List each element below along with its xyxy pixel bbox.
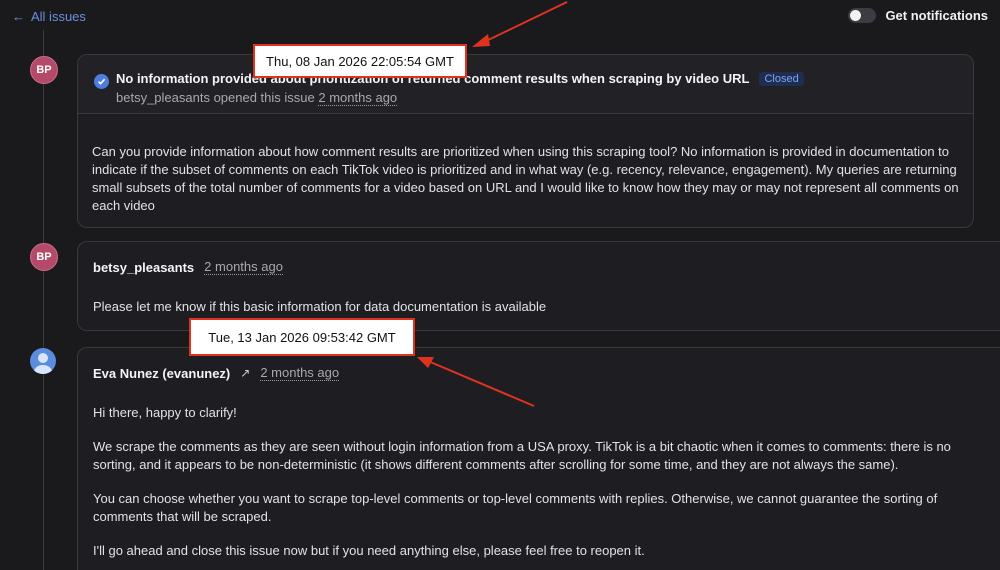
comment-card: Eva Nunez (evanunez) ↗ 2 months ago Hi t… [77, 347, 1000, 570]
external-link-icon[interactable]: ↗ [240, 366, 250, 380]
comment-author[interactable]: Eva Nunez (evanunez) [93, 366, 230, 381]
avatar[interactable]: BP [30, 243, 58, 271]
comment-paragraph: I'll go ahead and close this issue now b… [93, 543, 645, 558]
issue-header: No information provided about prioritiza… [78, 55, 973, 114]
comment-paragraph: Hi there, happy to clarify! [93, 405, 237, 420]
toggle-knob [850, 10, 862, 21]
comment-timestamp[interactable]: 2 months ago [204, 259, 283, 275]
timeline-line [43, 30, 44, 570]
notifications-toggle[interactable] [848, 8, 877, 23]
issue-body: Can you provide information about how co… [92, 144, 959, 213]
arrow-head-icon [472, 34, 490, 47]
comment-paragraph: You can choose whether you want to scrap… [93, 491, 938, 524]
comment-timestamp[interactable]: 2 months ago [260, 365, 340, 381]
issue-card: No information provided about prioritiza… [77, 54, 974, 228]
issue-meta-text: betsy_pleasants opened this issue [116, 90, 315, 105]
status-badge: Closed [759, 71, 804, 86]
back-link-label: All issues [31, 9, 86, 24]
timestamp-callout: Tue, 13 Jan 2026 09:53:42 GMT [189, 318, 415, 356]
issue-title-row: No information provided about prioritiza… [116, 71, 973, 86]
comment-body: Please let me know if this basic informa… [78, 275, 1000, 316]
issue-meta: betsy_pleasants opened this issue 2 mont… [116, 90, 973, 106]
comment-author[interactable]: betsy_pleasants [93, 260, 194, 275]
user-silhouette-icon [34, 353, 52, 374]
comment-paragraph: Please let me know if this basic informa… [93, 299, 547, 314]
back-to-all-issues-link[interactable]: ← All issues [12, 9, 86, 24]
check-circle-icon [94, 74, 109, 89]
issue-page: ← All issues Get notifications BP No inf… [0, 0, 1000, 570]
comment-body: Hi there, happy to clarify! We scrape th… [78, 381, 1000, 560]
arrow-left-icon: ← [12, 9, 25, 24]
avatar[interactable]: BP [30, 56, 58, 84]
avatar[interactable] [30, 348, 56, 374]
comment-header: betsy_pleasants 2 months ago [78, 242, 1000, 275]
notifications-label: Get notifications [885, 8, 988, 23]
timestamp-callout: Thu, 08 Jan 2026 22:05:54 GMT [253, 44, 467, 78]
annotation-arrow [483, 1, 568, 43]
comment-paragraph: We scrape the comments as they are seen … [93, 439, 951, 472]
notifications-control: Get notifications [848, 8, 988, 23]
issue-timestamp[interactable]: 2 months ago [318, 90, 398, 106]
